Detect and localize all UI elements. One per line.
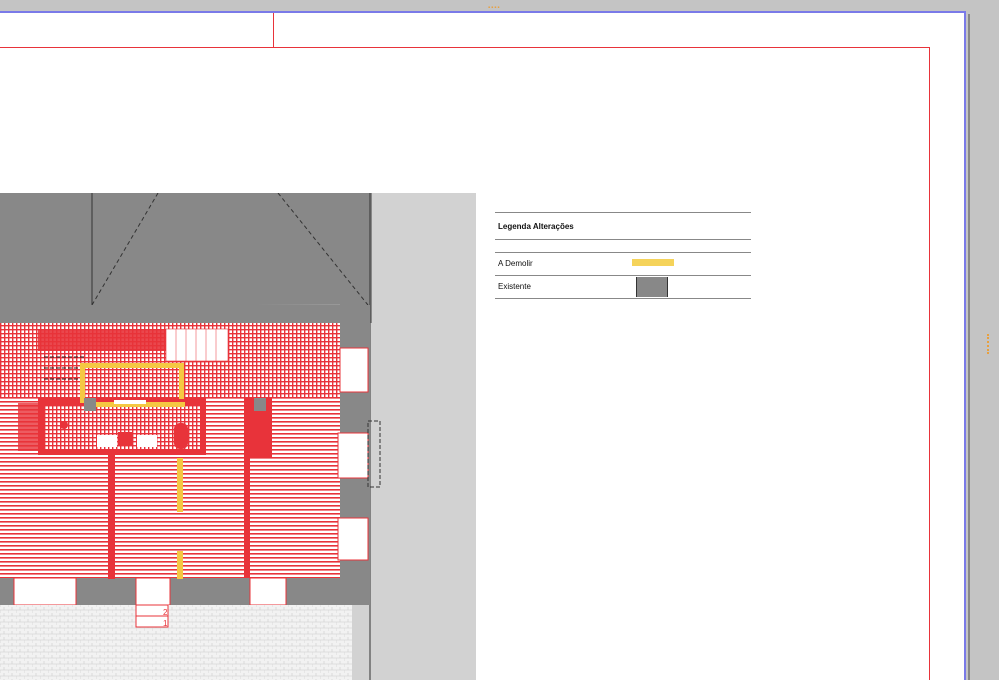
existing-swatch (636, 277, 668, 297)
drawing-frame-right (929, 47, 930, 680)
floor-plan-viewport[interactable]: 2 1 (0, 193, 476, 680)
layout-marker-right (987, 334, 991, 354)
legend-table: Legenda Alterações A Demolir Existente (495, 212, 751, 299)
legend-label: A Demolir (498, 259, 533, 268)
legend-title: Legenda Alterações (498, 222, 574, 231)
title-frame-divider (273, 13, 274, 48)
demolish-swatch (632, 259, 674, 266)
legend-header: Legenda Alterações (495, 212, 751, 240)
step-number: 1 (163, 619, 168, 628)
step-number: 2 (163, 608, 168, 617)
sheet-shadow (968, 14, 970, 680)
legend-row-existing: Existente (495, 275, 751, 299)
exterior-paving (0, 605, 352, 680)
legend-row-demolish: A Demolir (495, 252, 751, 275)
drawing-frame-top (0, 47, 930, 48)
legend-label: Existente (498, 282, 531, 291)
